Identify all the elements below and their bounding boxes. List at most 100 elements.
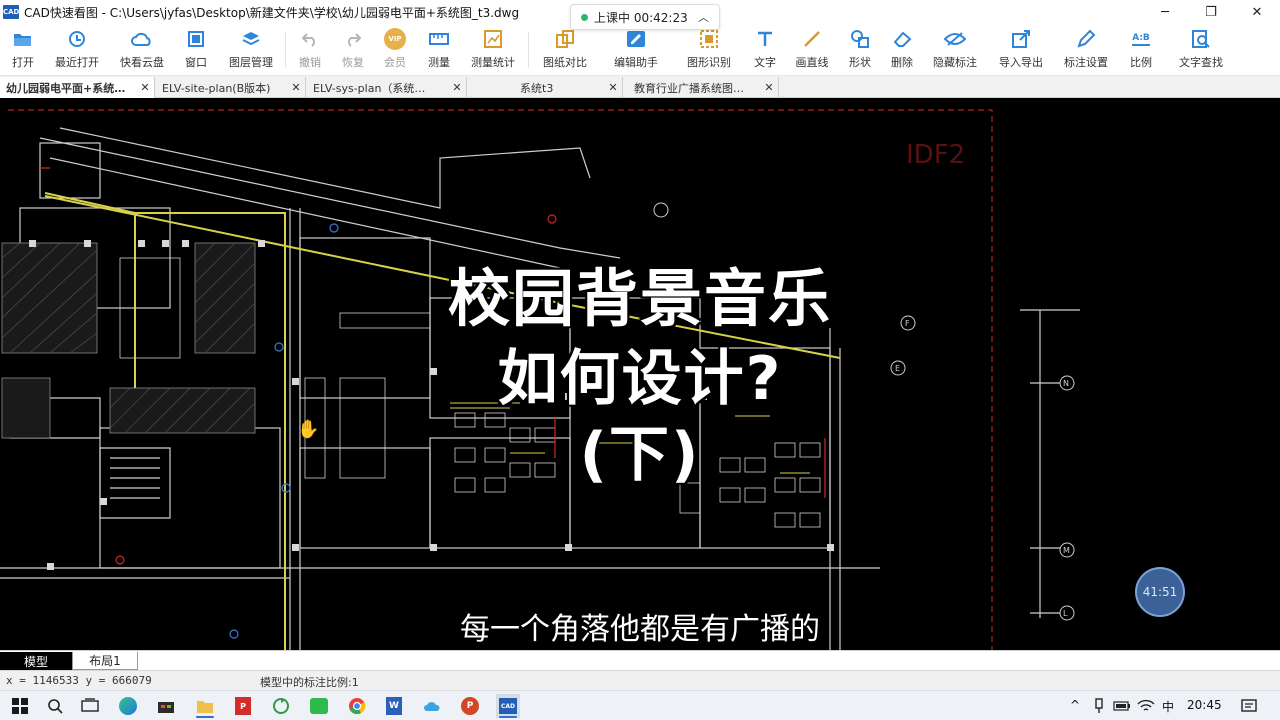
text-tool-button[interactable]: 文字 xyxy=(751,28,779,74)
window-menu-button[interactable]: 窗口 xyxy=(182,28,210,74)
minimize-button[interactable]: ─ xyxy=(1142,0,1188,24)
main-toolbar: 打开 最近打开 快看云盘 窗口 图层管理 撤销 恢复 VIP 会员 测量 测量统… xyxy=(0,24,1280,76)
tab-model[interactable]: 模型 xyxy=(0,652,72,670)
close-button[interactable]: ✕ xyxy=(1234,0,1280,24)
class-status-pill[interactable]: 上课中 00:42:23 ︿ xyxy=(570,4,720,30)
compare-icon xyxy=(554,28,576,50)
recent-button[interactable]: 最近打开 xyxy=(52,28,102,74)
undo-button[interactable]: 撤销 xyxy=(296,28,324,74)
draw-line-button[interactable]: 画直线 xyxy=(792,28,832,74)
cloud-icon xyxy=(131,28,153,50)
text-search-button[interactable]: 文字查找 xyxy=(1176,28,1226,74)
cad-drawing-canvas[interactable]: N M L F E IDF2 ✋ 校园背景音乐 如何设计? (下) 每一个角落他… xyxy=(0,98,1280,650)
close-tab-icon[interactable]: ✕ xyxy=(762,81,776,94)
video-title-line-3: (下) xyxy=(579,420,701,490)
floating-timer-button[interactable]: 41:51 xyxy=(1135,567,1185,617)
windows-start-icon[interactable] xyxy=(8,694,32,718)
usb-icon[interactable] xyxy=(1087,694,1111,718)
scale-icon: A:B xyxy=(1130,28,1152,50)
axis-label: M xyxy=(1063,546,1070,555)
powerpoint-icon[interactable]: P xyxy=(458,694,482,718)
close-tab-icon[interactable]: ✕ xyxy=(138,81,152,94)
text-icon xyxy=(754,28,776,50)
layers-button[interactable]: 图层管理 xyxy=(226,28,276,74)
annotation-scale-text: 模型中的标注比例:1 xyxy=(260,676,359,689)
chrome-icon[interactable] xyxy=(345,694,369,718)
shape-button[interactable]: 形状 xyxy=(846,28,874,74)
close-tab-icon[interactable]: ✕ xyxy=(450,81,464,94)
line-icon xyxy=(801,28,823,50)
tab-document[interactable]: 系统t3 ✕ xyxy=(468,77,623,98)
mark-settings-button[interactable]: 标注设置 xyxy=(1061,28,1111,74)
hide-mark-button[interactable]: 隐藏标注 xyxy=(930,28,980,74)
axis-label: N xyxy=(1063,379,1069,388)
video-title-line-1: 校园背景音乐 xyxy=(447,262,832,335)
tab-document[interactable]: ELV-site-plan(B版本) ✕ xyxy=(156,77,306,98)
wifi-icon[interactable] xyxy=(1134,694,1158,718)
document-tabs: 幼儿园弱电平面+系统… ✕ ELV-site-plan(B版本) ✕ ELV-s… xyxy=(0,76,1280,98)
clock[interactable]: 20:45 xyxy=(1187,698,1222,712)
chevron-up-icon[interactable]: ︿ xyxy=(698,9,709,25)
compare-button[interactable]: 图纸对比 xyxy=(540,28,590,74)
vip-icon: VIP xyxy=(384,28,406,50)
pdf-reader-icon[interactable]: P xyxy=(231,694,255,718)
open-button[interactable]: 打开 xyxy=(8,28,38,74)
app-logo-icon: CAD xyxy=(3,5,19,19)
cloud-button[interactable]: 快看云盘 xyxy=(117,28,167,74)
search-document-icon xyxy=(1190,28,1212,50)
status-bar: x = 1146533 y = 666079 模型中的标注比例:1 xyxy=(0,670,1280,690)
tab-document[interactable]: 幼儿园弱电平面+系统… ✕ xyxy=(0,77,155,98)
edit-helper-icon xyxy=(625,28,647,50)
history-icon xyxy=(66,28,88,50)
edit-helper-button[interactable]: 编辑助手 xyxy=(611,28,661,74)
import-export-button[interactable]: 导入导出 xyxy=(996,28,1046,74)
axis-label: F xyxy=(905,319,910,328)
measure-stats-icon xyxy=(482,28,504,50)
tab-layout1[interactable]: 布局1 xyxy=(72,652,138,670)
cad-viewer-taskbar-icon[interactable]: CAD xyxy=(496,694,520,718)
word-icon[interactable]: W xyxy=(382,694,406,718)
task-view-icon[interactable] xyxy=(78,694,102,718)
cloud-drive-icon[interactable] xyxy=(420,694,444,718)
close-tab-icon[interactable]: ✕ xyxy=(289,81,303,94)
tab-document[interactable]: ELV-sys-plan（系统… ✕ xyxy=(307,77,467,98)
ruler-icon xyxy=(428,28,450,50)
shape-recognition-icon xyxy=(698,28,720,50)
toolbar-separator xyxy=(528,32,529,68)
sync-app-icon[interactable] xyxy=(269,694,293,718)
tray-overflow-icon[interactable]: ^ xyxy=(1070,698,1080,712)
wechat-icon[interactable] xyxy=(307,694,331,718)
undo-icon xyxy=(299,28,321,50)
redo-icon xyxy=(342,28,364,50)
eye-off-icon xyxy=(944,28,966,50)
notification-icon[interactable] xyxy=(1237,694,1261,718)
layout-tabs: 模型 布局1 xyxy=(0,650,1280,670)
window-icon xyxy=(185,28,207,50)
video-title-line-2: 如何设计? xyxy=(497,344,783,414)
hand-cursor-icon: ✋ xyxy=(297,419,320,440)
store-icon[interactable] xyxy=(154,694,178,718)
export-icon xyxy=(1010,28,1032,50)
video-subtitle: 每一个角落他都是有广播的 xyxy=(460,612,820,647)
window-title: CAD快速看图 - C:\Users\jyfas\Desktop\新建文件夹\学… xyxy=(24,5,520,20)
shape-recognition-button[interactable]: 图形识别 xyxy=(684,28,734,74)
redo-button[interactable]: 恢复 xyxy=(339,28,367,74)
close-tab-icon[interactable]: ✕ xyxy=(606,81,620,94)
measure-stats-button[interactable]: 测量统计 xyxy=(468,28,518,74)
folder-open-icon xyxy=(12,28,34,50)
file-explorer-icon[interactable] xyxy=(193,694,217,718)
settings-pen-icon xyxy=(1075,28,1097,50)
measure-button[interactable]: 测量 xyxy=(425,28,453,74)
edge-browser-icon[interactable] xyxy=(116,694,140,718)
battery-icon[interactable] xyxy=(1110,694,1134,718)
layers-icon xyxy=(240,28,262,50)
vip-button[interactable]: VIP 会员 xyxy=(381,28,409,74)
coordinate-readout: x = 1146533 y = 666079 xyxy=(6,674,152,687)
delete-button[interactable]: 删除 xyxy=(888,28,916,74)
search-icon[interactable] xyxy=(43,694,67,718)
restore-button[interactable]: ❐ xyxy=(1188,0,1234,24)
tab-document[interactable]: 教育行业广播系统图… ✕ xyxy=(624,77,779,98)
input-method-indicator[interactable]: 中 xyxy=(1162,698,1174,715)
scale-button[interactable]: A:B 比例 xyxy=(1127,28,1155,74)
idf-room-label: IDF2 xyxy=(906,140,966,170)
